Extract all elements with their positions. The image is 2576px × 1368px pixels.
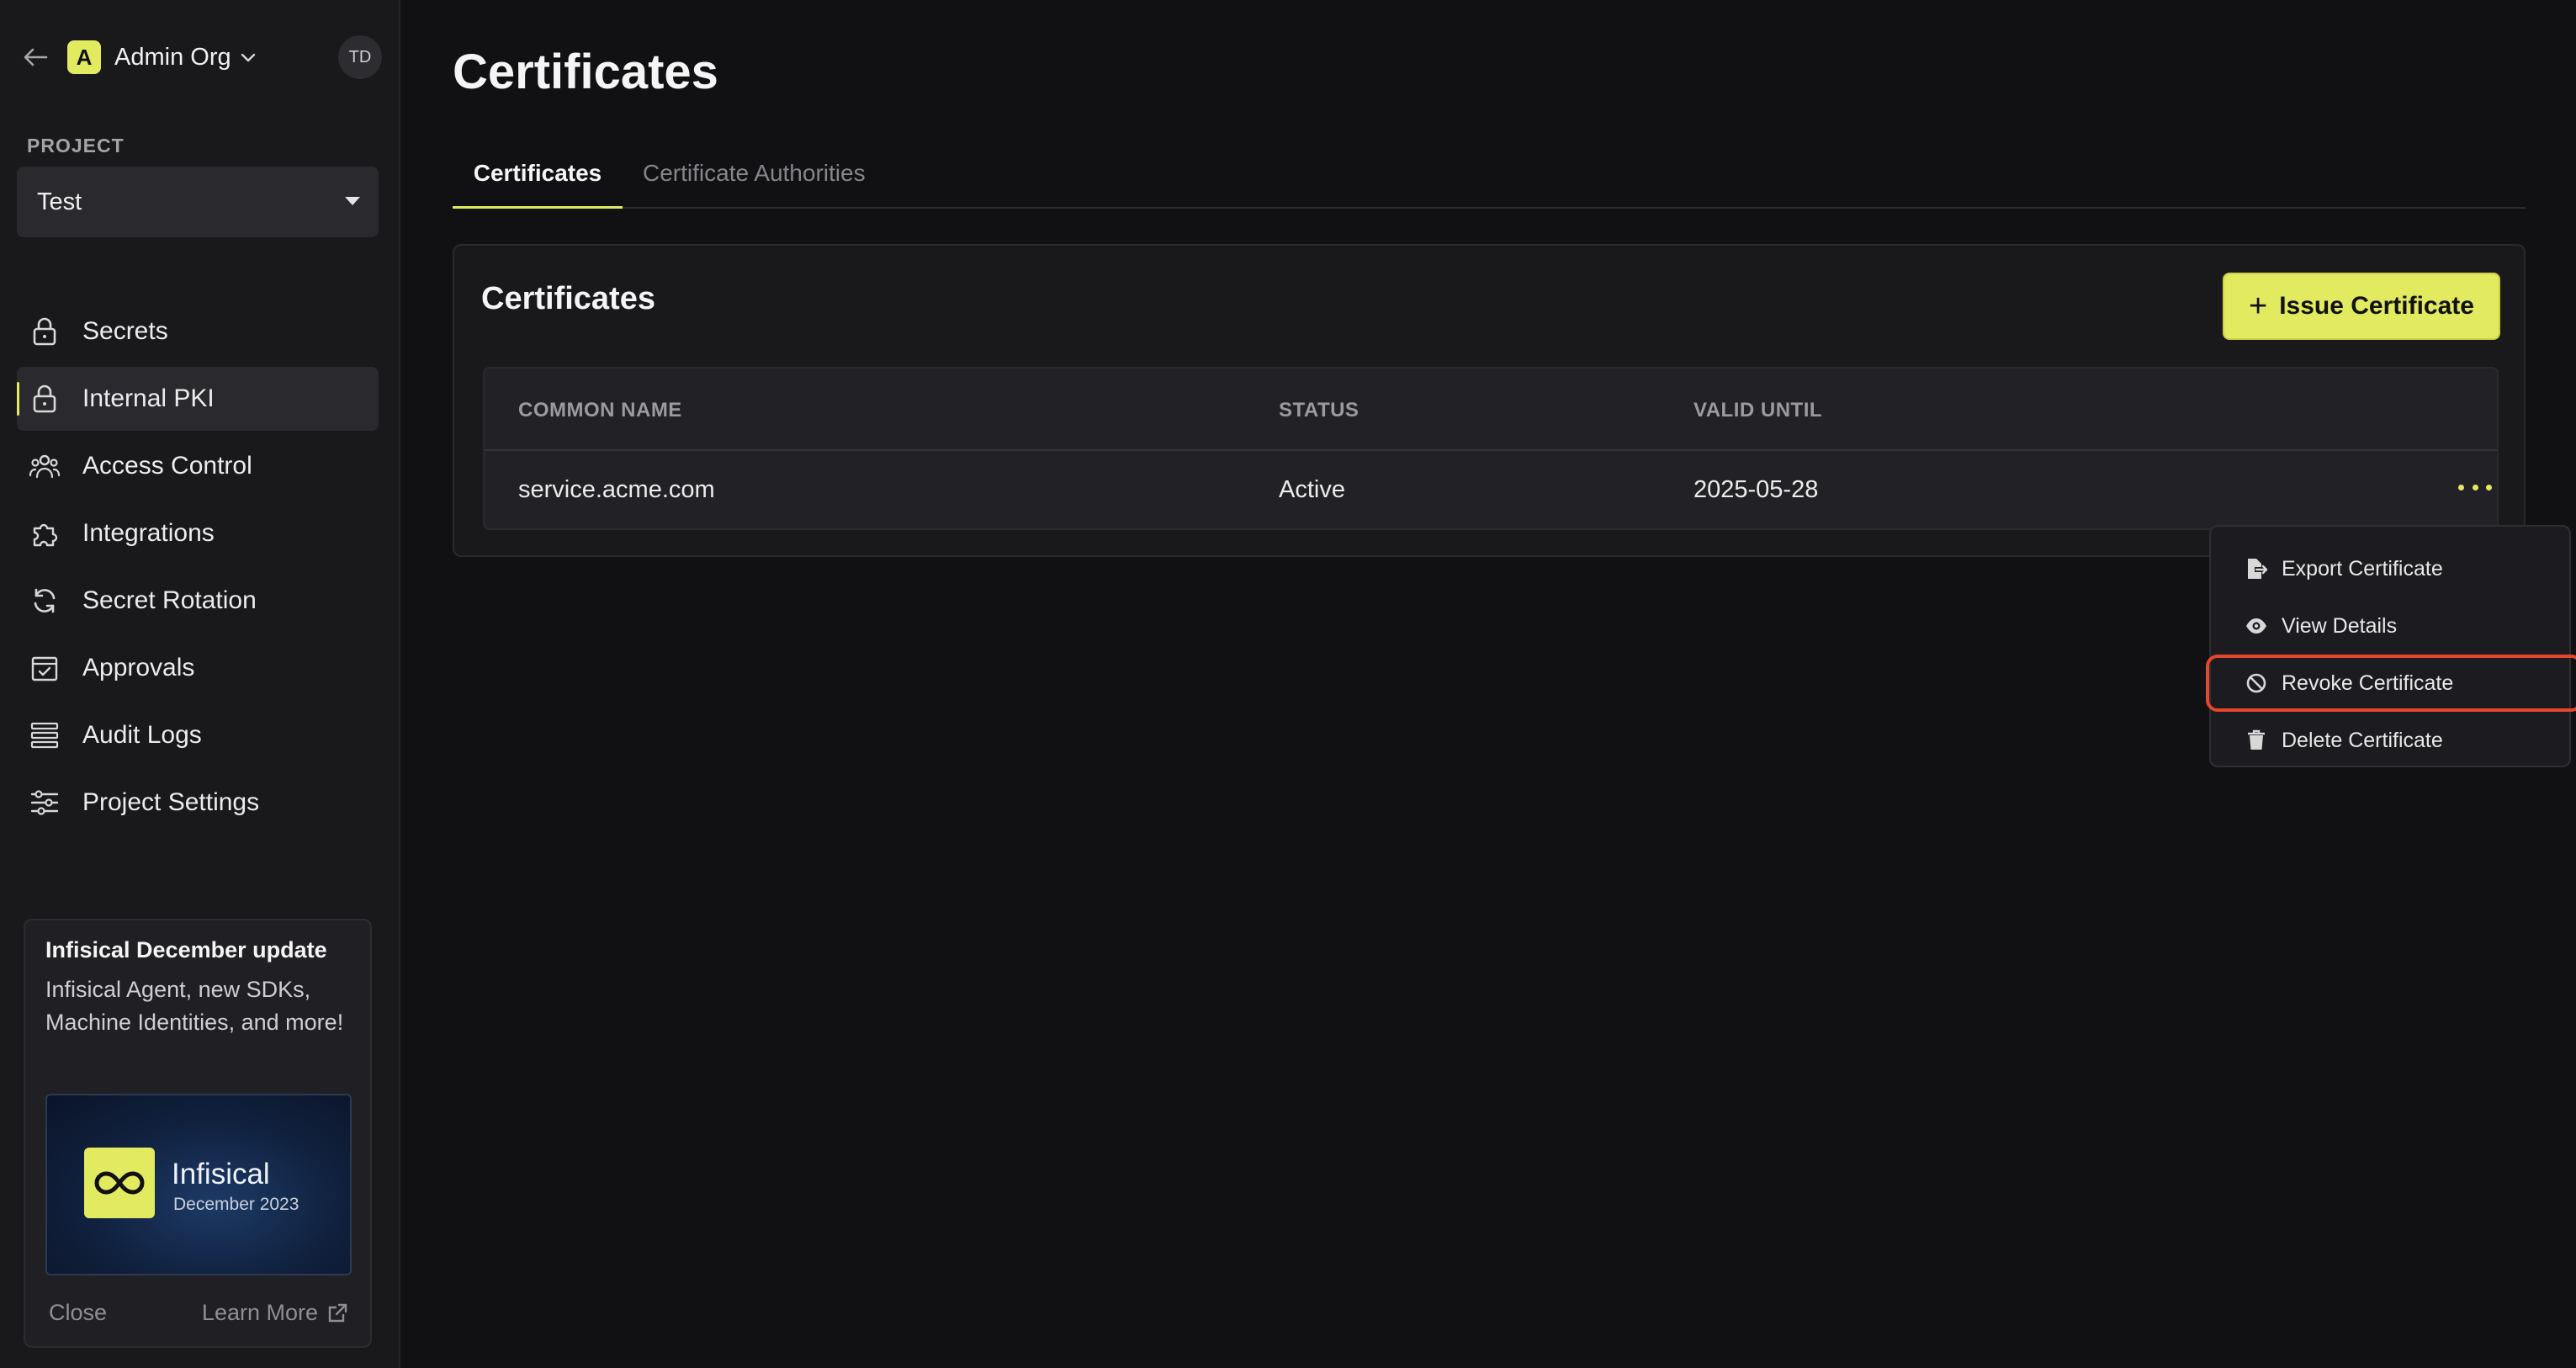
panel-title: Certificates xyxy=(481,281,655,316)
sidebar-item-label: Access Control xyxy=(82,452,252,480)
column-header-status: STATUS xyxy=(1279,399,1360,422)
sidebar: A Admin Org TD PROJECT Test Secrets Inte… xyxy=(0,0,400,1368)
update-card-text: Infisical Agent, new SDKs, Machine Ident… xyxy=(45,977,344,1035)
issue-certificate-label: Issue Certificate xyxy=(2279,292,2474,320)
lock-icon xyxy=(29,383,61,415)
menu-item-label: Revoke Certificate xyxy=(2282,671,2454,695)
menu-item-label: Delete Certificate xyxy=(2282,728,2443,752)
lock-icon xyxy=(29,315,61,347)
issue-certificate-button[interactable]: + Issue Certificate xyxy=(2223,273,2500,340)
sidebar-item-project-settings[interactable]: Project Settings xyxy=(17,771,379,835)
calendar-check-icon xyxy=(29,652,61,684)
sidebar-item-integrations[interactable]: Integrations xyxy=(17,501,379,565)
back-arrow-icon[interactable] xyxy=(20,42,50,72)
certificates-panel: Certificates + Issue Certificate COMMON … xyxy=(453,244,2526,557)
update-card-image[interactable]: Infisical December 2023 xyxy=(45,1094,352,1275)
sliders-icon xyxy=(29,787,61,819)
cell-valid-until: 2025-05-28 xyxy=(1693,476,1819,503)
menu-item-delete-certificate[interactable]: Delete Certificate xyxy=(2211,712,2569,769)
ban-icon xyxy=(2245,671,2268,695)
puzzle-icon xyxy=(29,517,61,549)
certificates-table: COMMON NAME STATUS VALID UNTIL service.a… xyxy=(483,367,2499,530)
caret-down-icon xyxy=(345,197,360,205)
sidebar-item-internal-pki[interactable]: Internal PKI xyxy=(17,367,379,431)
menu-item-export-certificate[interactable]: Export Certificate xyxy=(2211,540,2569,597)
sidebar-item-secret-rotation[interactable]: Secret Rotation xyxy=(17,569,379,633)
project-select[interactable]: Test xyxy=(17,167,379,237)
table-row[interactable]: service.acme.com Active 2025-05-28 xyxy=(485,451,2497,528)
more-options-icon[interactable] xyxy=(2458,475,2492,500)
tab-bar: Certificates Certificate Authorities xyxy=(453,151,2526,209)
menu-item-view-details[interactable]: View Details xyxy=(2211,597,2569,655)
chevron-down-icon[interactable] xyxy=(240,51,257,63)
page-title: Certificates xyxy=(453,45,718,99)
rotate-icon xyxy=(29,585,61,617)
eye-icon xyxy=(2245,614,2268,638)
update-card: Infisical December update Infisical Agen… xyxy=(24,919,372,1348)
sidebar-nav: Secrets Internal PKI Access Control Inte… xyxy=(17,300,379,838)
org-name[interactable]: Admin Org xyxy=(114,44,231,72)
org-switcher-row: A Admin Org TD xyxy=(20,34,382,81)
menu-item-label: View Details xyxy=(2282,613,2398,638)
sidebar-item-approvals[interactable]: Approvals xyxy=(17,636,379,700)
infinity-logo-icon xyxy=(84,1148,155,1218)
list-icon xyxy=(29,719,61,751)
users-icon xyxy=(29,450,61,482)
external-link-icon xyxy=(328,1303,347,1322)
tab-certificates[interactable]: Certificates xyxy=(453,151,623,209)
sidebar-item-label: Approvals xyxy=(82,654,195,681)
cell-common-name: service.acme.com xyxy=(518,476,715,503)
tab-certificate-authorities[interactable]: Certificate Authorities xyxy=(643,151,866,209)
project-label: PROJECT xyxy=(27,135,125,156)
file-export-icon xyxy=(2245,557,2268,581)
org-badge[interactable]: A xyxy=(67,40,101,74)
learn-more-link[interactable]: Learn More xyxy=(202,1300,348,1326)
row-actions-menu: Export Certificate View Details Revoke C… xyxy=(2206,525,2576,769)
menu-item-label: Export Certificate xyxy=(2282,556,2443,581)
project-select-value: Test xyxy=(37,188,82,215)
sidebar-item-label: Project Settings xyxy=(82,788,260,816)
cell-status: Active xyxy=(1279,476,1345,503)
column-header-common-name: COMMON NAME xyxy=(518,399,682,422)
brand-name: Infisical xyxy=(172,1158,270,1190)
sidebar-item-label: Secret Rotation xyxy=(82,586,257,614)
plus-icon: + xyxy=(2249,289,2268,324)
menu-item-revoke-certificate[interactable]: Revoke Certificate xyxy=(2206,655,2576,712)
sidebar-item-label: Secrets xyxy=(82,317,168,345)
sidebar-item-label: Audit Logs xyxy=(82,721,202,749)
sidebar-item-label: Internal PKI xyxy=(82,384,215,412)
sidebar-item-access-control[interactable]: Access Control xyxy=(17,434,379,498)
update-card-close-button[interactable]: Close xyxy=(49,1300,107,1326)
brand-subtitle: December 2023 xyxy=(173,1195,299,1214)
sidebar-item-audit-logs[interactable]: Audit Logs xyxy=(17,703,379,767)
trash-icon xyxy=(2245,729,2268,752)
learn-more-label: Learn More xyxy=(201,1300,318,1325)
sidebar-item-label: Integrations xyxy=(82,519,215,547)
column-header-valid-until: VALID UNTIL xyxy=(1693,399,1823,422)
table-header: COMMON NAME STATUS VALID UNTIL xyxy=(485,369,2497,451)
update-card-title: Infisical December update xyxy=(45,937,327,962)
avatar[interactable]: TD xyxy=(338,35,382,79)
sidebar-item-secrets[interactable]: Secrets xyxy=(17,300,379,363)
